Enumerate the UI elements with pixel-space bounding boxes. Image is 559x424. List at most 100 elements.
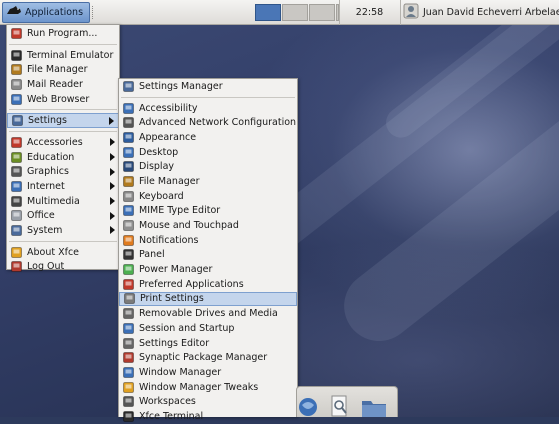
appearance-icon — [123, 131, 134, 143]
bottom-dock — [296, 386, 398, 417]
education-icon — [11, 151, 22, 163]
menu-item-appearance[interactable]: Appearance — [119, 130, 297, 145]
menu-item-label: Run Program... — [27, 27, 98, 39]
menu-item-accessories[interactable]: Accessories — [7, 135, 119, 150]
desktop-icon — [123, 146, 134, 158]
menu-item-removable-drives-and-media[interactable]: Removable Drives and Media — [119, 306, 297, 321]
menu-item-mime-type-editor[interactable]: MIME Type Editor — [119, 204, 297, 219]
menu-item-system[interactable]: System — [7, 223, 119, 238]
menu-item-settings-editor[interactable]: Settings Editor — [119, 336, 297, 351]
clock[interactable]: 22:58 — [339, 0, 399, 25]
menu-item-label: Workspaces — [139, 396, 196, 408]
menu-separator — [121, 96, 295, 98]
workspace-3-button[interactable] — [309, 4, 335, 21]
system-icon — [11, 225, 22, 237]
menu-item-session-and-startup[interactable]: Session and Startup — [119, 321, 297, 336]
menu-item-preferred-applications[interactable]: Preferred Applications — [119, 277, 297, 292]
menu-item-education[interactable]: Education — [7, 150, 119, 165]
menu-item-label: Settings Manager — [139, 80, 223, 92]
submenu-arrow-icon — [110, 138, 115, 147]
menu-item-log-out[interactable]: Log Out — [7, 260, 119, 275]
settings-icon — [12, 115, 23, 127]
menu-item-label: Terminal Emulator — [27, 49, 114, 61]
menu-item-label: Window Manager Tweaks — [139, 381, 259, 393]
menu-item-terminal-emulator[interactable]: Terminal Emulator — [7, 48, 119, 63]
office-icon — [11, 210, 22, 222]
menu-item-settings[interactable]: Settings — [7, 113, 119, 129]
menu-item-advanced-network-configuration[interactable]: Advanced Network Configuration — [119, 115, 297, 130]
session-icon — [123, 322, 134, 334]
menu-item-about-xfce[interactable]: About Xfce — [7, 245, 119, 260]
menu-item-display[interactable]: Display — [119, 159, 297, 174]
menu-item-label: Mouse and Touchpad — [139, 220, 239, 232]
multimedia-icon — [11, 195, 22, 207]
menu-item-file-manager[interactable]: File Manager — [7, 62, 119, 77]
workspace-2-button[interactable] — [282, 4, 308, 21]
menu-item-settings-manager[interactable]: Settings Manager — [119, 79, 297, 94]
applications-menu-button[interactable]: Applications — [2, 2, 90, 23]
menu-item-power-manager[interactable]: Power Manager — [119, 262, 297, 277]
menu-item-label: Office — [27, 210, 55, 222]
mime-icon — [123, 205, 134, 217]
applications-menu: Run Program... Terminal Emulator File Mana… — [6, 24, 120, 273]
web-browser-icon[interactable] — [297, 393, 319, 418]
menu-item-mail-reader[interactable]: Mail Reader — [7, 77, 119, 92]
menu-item-label: Session and Startup — [139, 322, 235, 334]
menu-item-accessibility[interactable]: Accessibility — [119, 101, 297, 116]
menu-item-window-manager-tweaks[interactable]: Window Manager Tweaks — [119, 380, 297, 395]
accessibility-icon — [123, 102, 134, 114]
graphics-icon — [11, 166, 22, 178]
folder-icon[interactable] — [361, 393, 386, 418]
menu-separator — [9, 131, 117, 133]
drive-icon — [123, 308, 134, 320]
menu-item-label: System — [27, 225, 63, 237]
globe-icon — [11, 93, 22, 105]
menu-item-label: Log Out — [27, 261, 65, 273]
menu-item-panel[interactable]: Panel — [119, 248, 297, 263]
menu-item-graphics[interactable]: Graphics — [7, 165, 119, 180]
submenu-arrow-icon — [110, 226, 115, 235]
menu-item-mouse-and-touchpad[interactable]: Mouse and Touchpad — [119, 218, 297, 233]
settings-submenu: Settings Manager Accessibility Advanced Ne… — [118, 78, 298, 422]
menu-item-label: Power Manager — [139, 264, 213, 276]
menu-item-label: Display — [139, 161, 175, 173]
menu-item-window-manager[interactable]: Window Manager — [119, 365, 297, 380]
menu-item-label: Multimedia — [27, 195, 80, 207]
menu-item-label: Removable Drives and Media — [139, 308, 278, 320]
menu-item-label: File Manager — [27, 64, 88, 76]
workspace-1-button[interactable] — [255, 4, 281, 21]
preferred-apps-icon — [123, 278, 134, 290]
menu-item-office[interactable]: Office — [7, 209, 119, 224]
mail-icon — [11, 78, 22, 90]
menu-item-multimedia[interactable]: Multimedia — [7, 194, 119, 209]
menu-item-xfce-terminal[interactable]: Xfce Terminal — [119, 409, 297, 424]
menu-item-synaptic-package-manager[interactable]: Synaptic Package Manager — [119, 350, 297, 365]
package-icon — [123, 352, 134, 364]
menu-item-notifications[interactable]: Notifications — [119, 233, 297, 248]
settings-manager-icon — [123, 80, 134, 92]
network-icon — [123, 117, 134, 129]
menu-item-label: Web Browser — [27, 93, 90, 105]
power-icon — [123, 264, 134, 276]
menu-item-print-settings[interactable]: Print Settings — [119, 291, 297, 307]
top-panel: Applications 22:58 Juan David Echeverri … — [0, 0, 559, 25]
menu-item-workspaces[interactable]: Workspaces — [119, 394, 297, 409]
menu-item-label: Settings Editor — [139, 337, 210, 349]
notifications-icon — [123, 234, 134, 246]
menu-item-desktop[interactable]: Desktop — [119, 145, 297, 160]
run-icon — [11, 27, 22, 39]
menu-item-run-program[interactable]: Run Program... — [7, 26, 119, 41]
folder-icon — [123, 175, 134, 187]
applications-label: Applications — [25, 7, 84, 18]
menu-item-web-browser[interactable]: Web Browser — [7, 92, 119, 107]
menu-item-file-manager[interactable]: File Manager — [119, 174, 297, 189]
menu-item-internet[interactable]: Internet — [7, 179, 119, 194]
submenu-arrow-icon — [110, 182, 115, 191]
menu-item-label: Advanced Network Configuration — [139, 117, 297, 129]
mouse-icon — [123, 220, 134, 232]
about-icon — [11, 246, 22, 258]
search-icon[interactable] — [329, 393, 351, 418]
menu-item-keyboard[interactable]: Keyboard — [119, 189, 297, 204]
user-menu[interactable]: Juan David Echeverri Arbelaez — [400, 0, 559, 25]
menu-item-label: About Xfce — [27, 246, 80, 258]
